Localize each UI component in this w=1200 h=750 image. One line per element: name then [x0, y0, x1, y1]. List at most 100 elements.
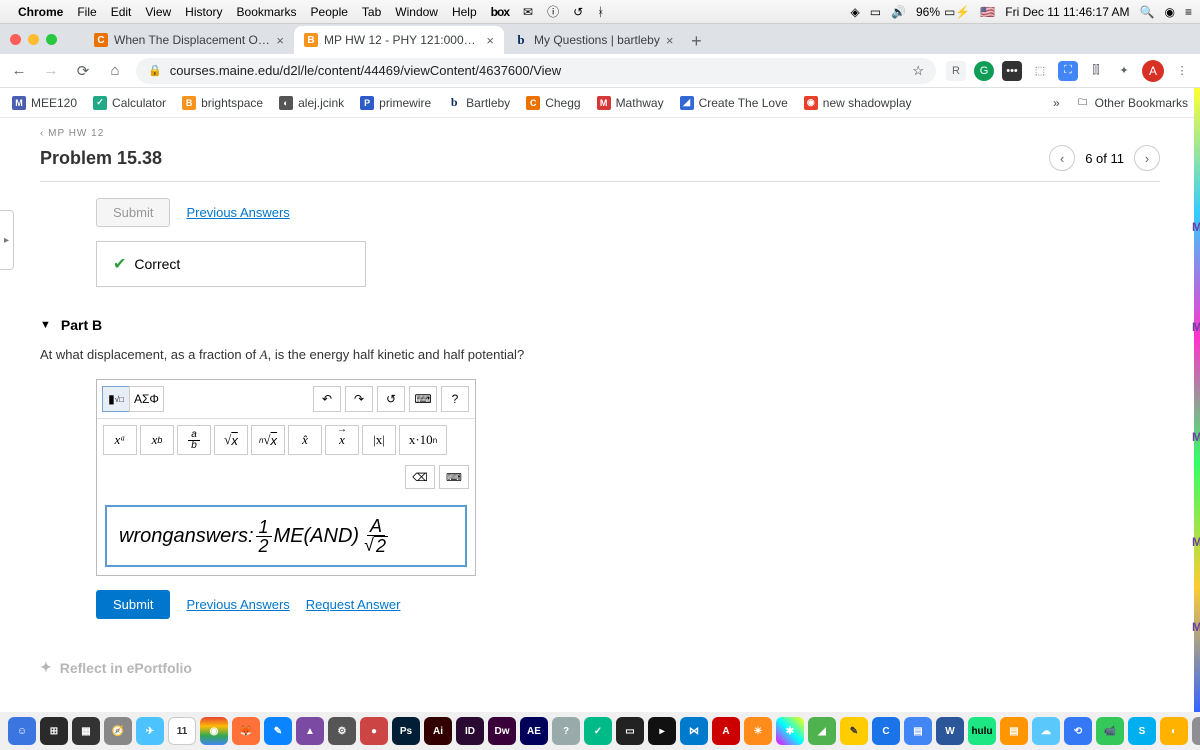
app-icon[interactable]: ☀ [744, 717, 772, 745]
app-icon[interactable]: ⚙ [328, 717, 356, 745]
sync-icon[interactable]: ↺ [573, 5, 583, 19]
tab-close-icon[interactable]: × [276, 33, 284, 48]
app-icon[interactable]: ◐ [1160, 717, 1188, 745]
menu-tab[interactable]: Tab [362, 5, 381, 19]
illustrator-icon[interactable]: Ai [424, 717, 452, 745]
app-icon[interactable]: ☁ [1032, 717, 1060, 745]
siri-icon[interactable]: ◉ [1165, 5, 1175, 19]
profile-avatar[interactable]: A [1142, 60, 1164, 82]
address-bar[interactable]: 🔒 courses.maine.edu/d2l/le/content/44469… [136, 58, 936, 84]
reload-button[interactable]: ⟳ [72, 60, 94, 82]
app-icon[interactable]: ✎ [264, 717, 292, 745]
help-button[interactable]: ? [441, 386, 469, 412]
app-icon[interactable]: ● [360, 717, 388, 745]
app-icon[interactable]: ✎ [840, 717, 868, 745]
equalizer-icon[interactable]: ⫿⫿ [1086, 61, 1106, 81]
extensions-icon[interactable]: ✦ [1114, 61, 1134, 81]
dreamweaver-icon[interactable]: Dw [488, 717, 516, 745]
tab-brightspace[interactable]: B MP HW 12 - PHY 121:0001-Phy × [294, 26, 504, 54]
tab-chegg[interactable]: C When The Displacement Of A M × [84, 26, 294, 54]
menu-help[interactable]: Help [452, 5, 477, 19]
flag-icon[interactable]: 🇺🇸 [980, 5, 995, 19]
battery-status[interactable]: 96% ▭⚡ [916, 5, 970, 19]
safari-icon[interactable]: 🧭 [104, 717, 132, 745]
tab-close-icon[interactable]: × [666, 33, 674, 48]
menu-view[interactable]: View [145, 5, 171, 19]
bm-other[interactable]: 🗀Other Bookmarks [1076, 96, 1188, 110]
redo-button[interactable]: ↷ [345, 386, 373, 412]
submit-button[interactable]: Submit [96, 590, 170, 619]
box-icon[interactable]: box [491, 5, 509, 19]
photoshop-icon[interactable]: Ps [392, 717, 420, 745]
window-minimize[interactable] [28, 34, 39, 45]
backspace-button[interactable]: ⌫ [405, 465, 435, 489]
bm-brightspace[interactable]: Bbrightspace [182, 96, 263, 110]
breadcrumb[interactable]: ‹ MP HW 12 [40, 128, 1160, 139]
mail-icon[interactable]: ✉ [523, 5, 533, 19]
pager-prev[interactable]: ‹ [1049, 145, 1075, 171]
grammarly-icon[interactable]: G [974, 61, 994, 81]
previous-answers-link-2[interactable]: Previous Answers [186, 597, 289, 612]
wifi-icon[interactable]: ◈ [850, 5, 859, 19]
bm-bartleby[interactable]: bBartleby [447, 96, 510, 110]
ext-icon-3[interactable]: ••• [1002, 61, 1022, 81]
app-icon[interactable]: ⟲ [1064, 717, 1092, 745]
spotlight-icon[interactable]: 🔍 [1140, 5, 1155, 19]
math-sqrt[interactable]: √x [214, 425, 248, 455]
bm-calculator[interactable]: ✓Calculator [93, 96, 166, 110]
calendar-icon[interactable]: 11 [168, 717, 196, 745]
keyboard-mini-button[interactable]: ⌨ [439, 465, 469, 489]
firefox-icon[interactable]: 🦊 [232, 717, 260, 745]
display-icon[interactable]: ▭ [870, 5, 881, 19]
star-icon[interactable]: ☆ [912, 63, 924, 79]
math-nsqrt[interactable]: n√x [251, 425, 285, 455]
clock[interactable]: Fri Dec 11 11:46:17 AM [1005, 5, 1129, 19]
home-button[interactable]: ⌂ [104, 60, 126, 82]
math-frac[interactable]: ab [177, 425, 211, 455]
window-maximize[interactable] [46, 34, 57, 45]
math-xb[interactable]: xb [140, 425, 174, 455]
reset-button[interactable]: ↺ [377, 386, 405, 412]
help-icon[interactable]: ? [552, 717, 580, 745]
previous-answers-link[interactable]: Previous Answers [186, 205, 289, 220]
word-icon[interactable]: W [936, 717, 964, 745]
pager-next[interactable]: › [1134, 145, 1160, 171]
app-icon[interactable]: ▸ [648, 717, 676, 745]
back-button[interactable]: ← [8, 60, 30, 82]
facetime-icon[interactable]: 📹 [1096, 717, 1124, 745]
launchpad-icon[interactable]: ⊞ [40, 717, 68, 745]
menu-bookmarks[interactable]: Bookmarks [237, 5, 297, 19]
app-icon[interactable]: ✈ [136, 717, 164, 745]
bm-overflow[interactable]: » [1053, 96, 1060, 110]
side-expand-tab[interactable]: ▸ [0, 210, 14, 270]
finder-icon[interactable]: ☺ [8, 717, 36, 745]
tool-greek[interactable]: ΑΣΦ [129, 386, 164, 412]
mission-icon[interactable]: ▦ [72, 717, 100, 745]
translate-icon[interactable]: ⛶ [1058, 61, 1078, 81]
app-icon[interactable]: ▤ [904, 717, 932, 745]
app-icon[interactable]: C [872, 717, 900, 745]
terminal-icon[interactable]: ▭ [616, 717, 644, 745]
menu-people[interactable]: People [311, 5, 348, 19]
bm-createlove[interactable]: ◢Create The Love [680, 96, 788, 110]
control-center-icon[interactable]: ≡ [1185, 5, 1192, 19]
ext-icon-1[interactable]: R [946, 61, 966, 81]
menu-file[interactable]: File [77, 5, 96, 19]
app-icon[interactable]: A [712, 717, 740, 745]
tool-templates[interactable]: ▮√□ [102, 386, 130, 412]
indesign-icon[interactable]: ID [456, 717, 484, 745]
vscode-icon[interactable]: ⋈ [680, 717, 708, 745]
request-answer-link[interactable]: Request Answer [306, 597, 401, 612]
menu-edit[interactable]: Edit [111, 5, 132, 19]
keyboard-button[interactable]: ⌨ [409, 386, 437, 412]
reflect-eportfolio[interactable]: ✦ Reflect in ePortfolio [40, 659, 1160, 676]
ext-icon-4[interactable]: ⬚ [1030, 61, 1050, 81]
skype-icon[interactable]: S [1128, 717, 1156, 745]
math-xa[interactable]: xᵃ [103, 425, 137, 455]
bm-alej[interactable]: ◐alej.jcink [279, 96, 344, 110]
slack-icon[interactable]: ✱ [776, 717, 804, 745]
part-b-header[interactable]: ▼ Part B [40, 317, 1160, 333]
window-close[interactable] [10, 34, 21, 45]
hulu-icon[interactable]: hulu [968, 717, 996, 745]
bluetooth-icon[interactable]: ᚼ [597, 5, 604, 19]
